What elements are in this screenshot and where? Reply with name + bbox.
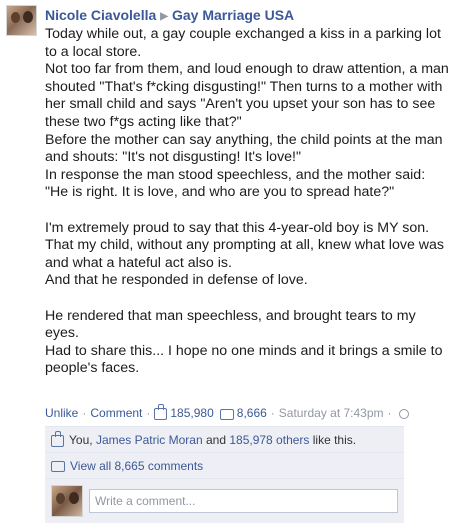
post-paragraph: He rendered that man speechless, and bro…: [45, 307, 416, 342]
post-paragraph: In response the man stood speechless, an…: [45, 166, 426, 201]
post-paragraph: Before the mother can say anything, the …: [45, 131, 443, 166]
comments-count[interactable]: 8,666: [237, 406, 267, 420]
likes-suffix: like this.: [309, 432, 357, 447]
comment-input[interactable]: [89, 489, 398, 513]
unlike-link[interactable]: Unlike: [45, 406, 78, 420]
globe-icon[interactable]: [398, 409, 409, 419]
group-link[interactable]: Gay Marriage USA: [172, 7, 294, 23]
post-paragraph: Not too far from them, and loud enough t…: [45, 61, 449, 130]
post-text: Today while out, a gay couple exchanged …: [45, 26, 450, 378]
likes-summary: You, James Patric Moran and 185,978 othe…: [45, 426, 404, 453]
timestamp[interactable]: Saturday at 7:43pm: [279, 406, 384, 420]
view-all-comments-link[interactable]: View all 8,665 comments: [70, 459, 203, 473]
separator: ·: [146, 406, 151, 420]
post-header: Nicole Ciavolella ▶ Gay Marriage USA: [45, 7, 294, 23]
post-actions: Unlike · Comment · 185,980 8,666 · Satur…: [45, 404, 409, 420]
author-link[interactable]: Nicole Ciavolella: [45, 7, 156, 23]
post-paragraph: That my child, without any prompting at …: [45, 237, 445, 271]
thumbs-up-icon: [51, 430, 64, 447]
triangle-right-icon: ▶: [160, 11, 168, 22]
viewer-avatar: [51, 485, 83, 517]
thumbs-up-icon[interactable]: [154, 404, 168, 420]
separator: ·: [270, 406, 275, 420]
feedback-box: You, James Patric Moran and 185,978 othe…: [45, 426, 404, 523]
likes-prefix: You,: [69, 432, 93, 447]
post-paragraph: Today while out, a gay couple exchanged …: [45, 26, 441, 60]
liker-link[interactable]: James Patric Moran: [96, 433, 203, 447]
comment-composer: [45, 479, 404, 523]
view-comments-row[interactable]: View all 8,665 comments: [45, 453, 404, 479]
post-paragraph: I'm extremely proud to say that this 4-y…: [45, 219, 430, 236]
comment-link[interactable]: Comment: [90, 406, 142, 420]
others-link[interactable]: 185,978 others: [229, 433, 309, 447]
post-paragraph: Had to share this... I hope no one minds…: [45, 342, 443, 377]
post-paragraph: And that he responded in defense of love…: [45, 272, 308, 289]
separator: ·: [82, 406, 87, 420]
comment-bubble-icon[interactable]: [219, 408, 234, 420]
separator: ·: [387, 406, 392, 420]
likes-count[interactable]: 185,980: [170, 406, 213, 420]
likes-and: and: [202, 432, 230, 447]
author-avatar[interactable]: [6, 5, 37, 36]
comment-bubble-icon: [51, 461, 65, 472]
